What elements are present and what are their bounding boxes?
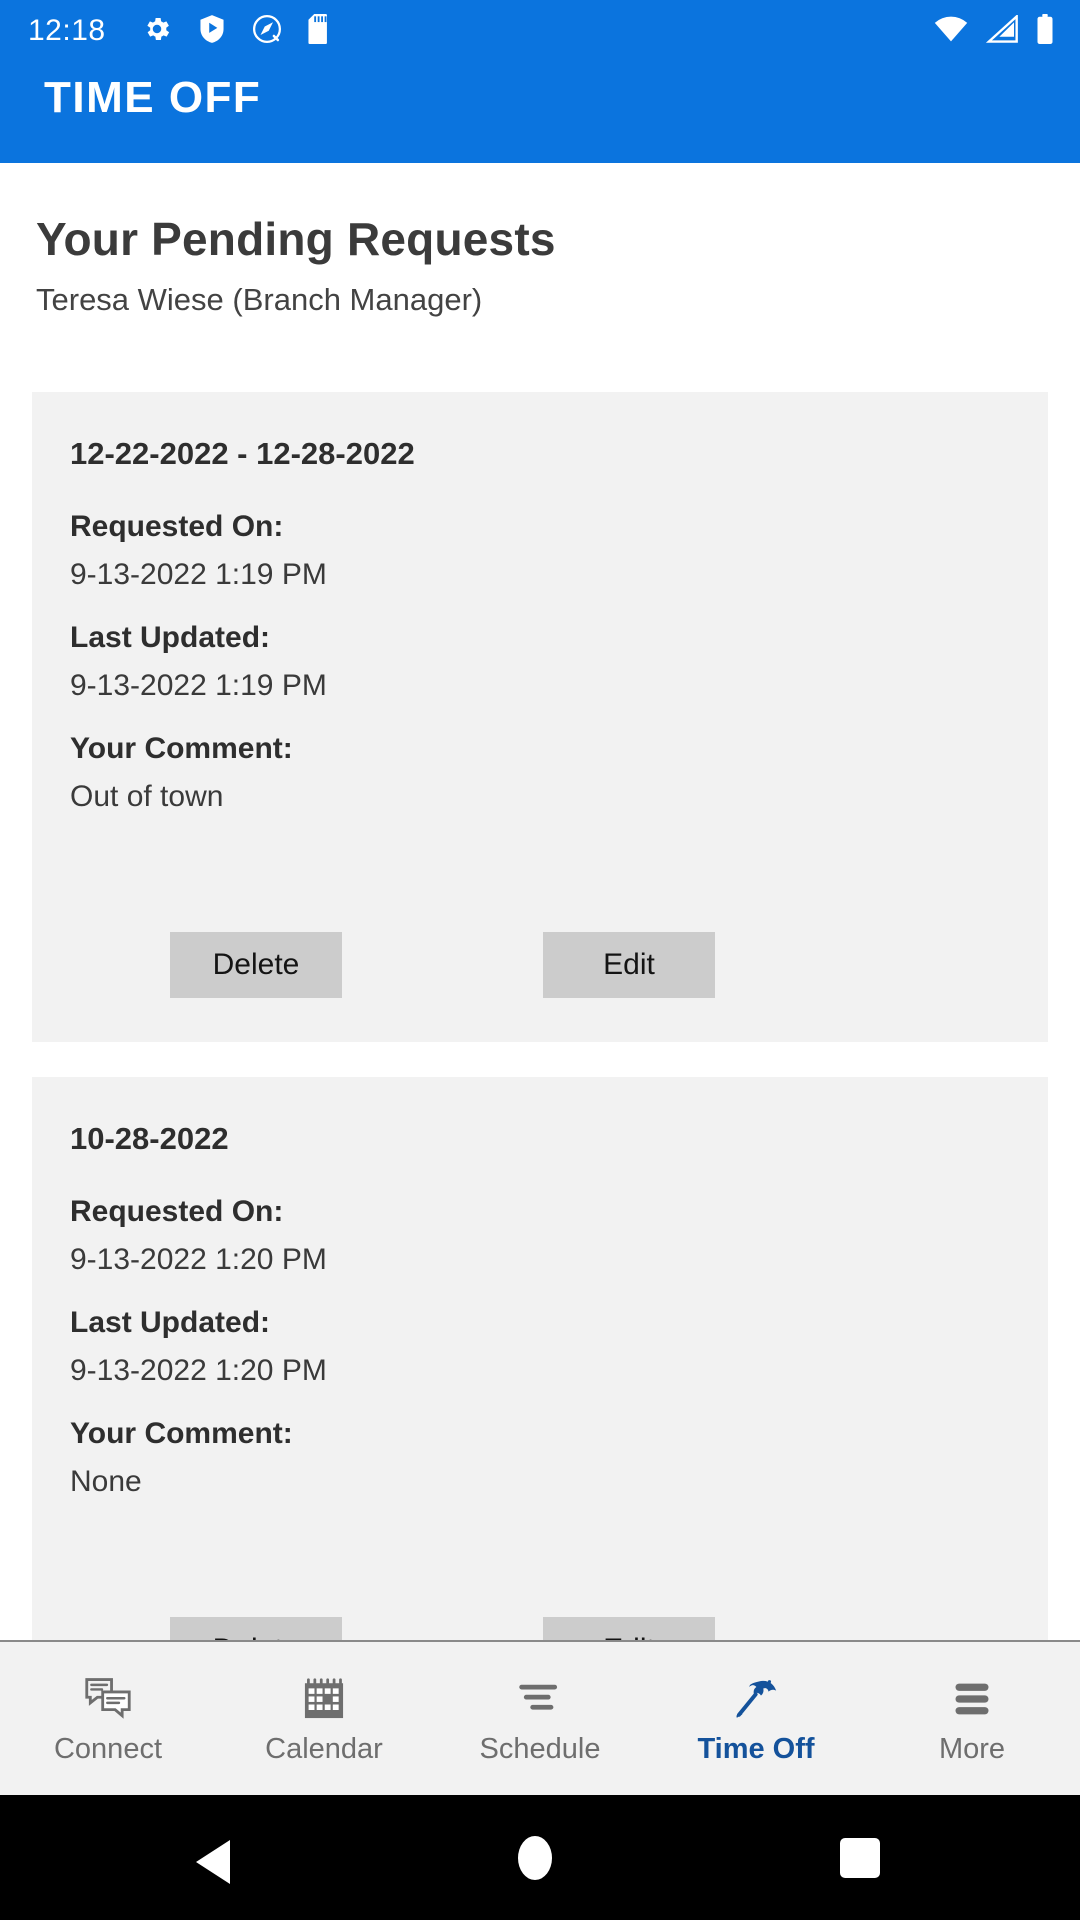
nav-item-schedule[interactable]: Schedule <box>432 1642 648 1797</box>
status-bar-system-icons <box>934 0 1054 62</box>
request-card: 10-28-2022 Requested On: 9-13-2022 1:20 … <box>32 1077 1048 1727</box>
last-updated-value: 9-13-2022 1:20 PM <box>70 1354 327 1387</box>
schedule-lines-icon <box>518 1673 562 1725</box>
requested-on-label: Requested On: <box>70 510 284 543</box>
wifi-icon <box>934 15 968 48</box>
request-date-range: 10-28-2022 <box>70 1121 229 1156</box>
calendar-icon <box>302 1673 346 1725</box>
status-bar: 12:18 TIME OFF <box>0 0 1080 163</box>
your-comment-value: None <box>70 1465 142 1498</box>
last-updated-value: 9-13-2022 1:19 PM <box>70 669 327 702</box>
delete-button[interactable]: Delete <box>170 932 342 998</box>
chat-bubbles-icon <box>85 1673 131 1725</box>
home-button[interactable] <box>518 1836 552 1880</box>
status-bar-notification-icons <box>142 13 332 49</box>
edit-button[interactable]: Edit <box>543 932 715 998</box>
requested-on-value: 9-13-2022 1:20 PM <box>70 1243 327 1276</box>
page-title: Your Pending Requests <box>36 213 556 265</box>
gear-icon <box>142 14 172 49</box>
phone-screen: 12:18 TIME OFF Your Pending Requests Ter… <box>0 0 1080 1920</box>
status-bar-clock: 12:18 <box>28 14 106 47</box>
recents-button[interactable] <box>840 1838 880 1878</box>
last-updated-label: Last Updated: <box>70 1306 271 1339</box>
nav-item-more[interactable]: More <box>864 1642 1080 1797</box>
nav-item-time-off[interactable]: Time Off <box>648 1642 864 1797</box>
battery-icon <box>1036 13 1054 49</box>
request-card: 12-22-2022 - 12-28-2022 Requested On: 9-… <box>32 392 1048 1042</box>
requested-on-label: Requested On: <box>70 1195 284 1228</box>
play-shield-icon <box>198 14 226 49</box>
your-comment-label: Your Comment: <box>70 732 293 765</box>
sd-card-icon <box>308 13 332 49</box>
cell-signal-icon <box>985 13 1018 48</box>
beach-umbrella-icon <box>733 1673 779 1725</box>
your-comment-label: Your Comment: <box>70 1417 293 1450</box>
app-bar-title: TIME OFF <box>44 73 262 122</box>
bottom-navigation-bar: Connect Calendar Schedule Time Off More <box>0 1640 1080 1795</box>
requested-on-value: 9-13-2022 1:19 PM <box>70 558 327 591</box>
nav-label-time-off: Time Off <box>697 1733 815 1765</box>
nav-label-calendar: Calendar <box>265 1733 383 1765</box>
last-updated-label: Last Updated: <box>70 621 271 654</box>
nav-label-schedule: Schedule <box>479 1733 601 1765</box>
status-bar-row: 12:18 <box>0 0 1080 62</box>
back-button[interactable] <box>196 1840 230 1884</box>
android-system-navigation <box>0 1795 1080 1920</box>
request-date-range: 12-22-2022 - 12-28-2022 <box>70 436 415 471</box>
nav-item-connect[interactable]: Connect <box>0 1642 216 1797</box>
nav-label-more: More <box>938 1733 1006 1765</box>
hamburger-menu-icon <box>950 1673 994 1725</box>
nav-label-connect: Connect <box>53 1733 162 1765</box>
page-subtitle: Teresa Wiese (Branch Manager) <box>36 282 483 317</box>
nav-item-calendar[interactable]: Calendar <box>216 1642 432 1797</box>
your-comment-value: Out of town <box>70 780 224 813</box>
quick-settings-icon <box>252 14 282 49</box>
